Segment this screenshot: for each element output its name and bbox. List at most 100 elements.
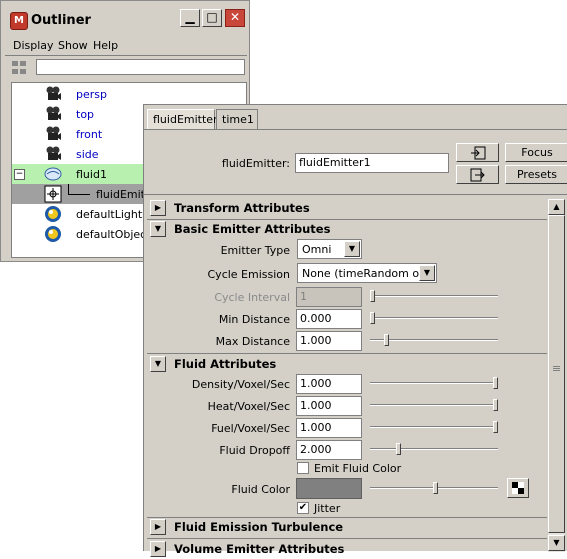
tab-fluid-emitter1[interactable]: fluidEmitter1: [147, 109, 225, 129]
jitter-checkbox[interactable]: ✔: [297, 502, 309, 514]
map-texture-button[interactable]: [507, 478, 529, 498]
section-volume-emitter-attributes[interactable]: ▶ Volume Emitter Attributes: [147, 539, 547, 559]
section-fluid-attributes[interactable]: ▼ Fluid Attributes: [147, 354, 547, 374]
expand-arrow-icon[interactable]: ▶: [150, 200, 166, 216]
expand-arrow-icon[interactable]: ▶: [150, 541, 166, 557]
slider-thumb[interactable]: [396, 443, 401, 455]
cycle-interval-field: 1: [296, 287, 362, 307]
select-node-button[interactable]: [456, 143, 499, 162]
node-type-label: fluidEmitter:: [221, 157, 290, 170]
slider-thumb[interactable]: [370, 312, 375, 324]
set-icon: [45, 226, 61, 242]
cycle-emission-dropdown[interactable]: None (timeRandom off) ▼: [297, 263, 437, 283]
jitter-label: Jitter: [314, 502, 341, 515]
camera-icon: [46, 146, 61, 160]
min-distance-label: Min Distance: [218, 313, 290, 326]
cycle-interval-label: Cycle Interval: [214, 291, 290, 304]
emitter-type-label: Emitter Type: [220, 244, 290, 257]
camera-icon: [46, 106, 61, 120]
cycle-emission-label: Cycle Emission: [207, 268, 291, 281]
tree-connector: [68, 184, 69, 194]
slider-thumb[interactable]: [493, 377, 498, 389]
density-slider[interactable]: [370, 382, 498, 384]
menu-help[interactable]: Help: [93, 39, 118, 52]
max-distance-label: Max Distance: [215, 335, 290, 348]
fuel-field[interactable]: 1.000: [296, 418, 362, 438]
tab-divider: [144, 129, 567, 130]
menu-show[interactable]: Show: [58, 39, 88, 52]
heat-label: Heat/Voxel/Sec: [207, 400, 290, 413]
attribute-editor: fluidEmitter1 time1 fluidEmitter: fluidE…: [143, 104, 567, 557]
camera-icon: [46, 86, 61, 100]
scroll-up-arrow-icon[interactable]: ▲: [548, 199, 565, 215]
section-basic-emitter-attributes[interactable]: ▼ Basic Emitter Attributes: [147, 219, 547, 239]
emit-fluid-color-checkbox[interactable]: [297, 462, 309, 474]
attribute-scrollbar[interactable]: ▲ ▼: [548, 199, 565, 552]
select-input-icon: [470, 146, 485, 160]
collapse-arrow-icon[interactable]: ▼: [150, 221, 166, 237]
slider-thumb[interactable]: [493, 421, 498, 433]
dropdown-arrow-icon[interactable]: ▼: [419, 265, 435, 281]
collapse-arrow-icon[interactable]: ▼: [150, 356, 166, 372]
slider-thumb: [370, 290, 375, 302]
set-icon: [45, 206, 61, 222]
section-title: Fluid Attributes: [174, 357, 277, 371]
max-distance-field[interactable]: 1.000: [296, 331, 362, 351]
close-button[interactable]: ✕: [225, 9, 245, 27]
max-distance-slider[interactable]: [370, 339, 498, 341]
menu-display[interactable]: Display: [13, 39, 54, 52]
outliner-item-label: persp: [76, 88, 107, 101]
section-fluid-emission-turbulence[interactable]: ▶ Fluid Emission Turbulence: [147, 517, 547, 537]
checker-icon: [512, 482, 524, 494]
select-output-button[interactable]: [456, 165, 499, 184]
density-field[interactable]: 1.000: [296, 374, 362, 394]
emitter-type-dropdown[interactable]: Omni ▼: [297, 239, 362, 259]
outliner-title: Outliner: [31, 13, 91, 28]
section-transform-attributes[interactable]: ▶ Transform Attributes: [147, 198, 547, 218]
emitter-type-value: Omni: [302, 243, 332, 256]
emit-fluid-color-label: Emit Fluid Color: [314, 462, 402, 475]
min-distance-slider[interactable]: [370, 317, 498, 319]
section-title: Volume Emitter Attributes: [174, 542, 345, 556]
slider-thumb[interactable]: [384, 334, 389, 346]
density-label: Density/Voxel/Sec: [191, 378, 290, 391]
fluid-dropoff-label: Fluid Dropoff: [219, 444, 290, 457]
section-title: Basic Emitter Attributes: [174, 222, 331, 236]
collapse-toggle[interactable]: −: [14, 169, 25, 180]
fluid-color-swatch[interactable]: [296, 478, 362, 499]
slider-thumb[interactable]: [433, 482, 438, 494]
scroll-down-arrow-icon[interactable]: ▼: [548, 535, 565, 551]
maya-app-icon: M: [10, 12, 28, 30]
outliner-item-label: side: [76, 148, 99, 161]
outliner-menubar: Display Show Help: [5, 38, 247, 54]
min-distance-field[interactable]: 0.000: [296, 309, 362, 329]
fluid-container-icon: [44, 167, 62, 181]
outliner-filter-input[interactable]: [36, 59, 245, 75]
heat-field[interactable]: 1.000: [296, 396, 362, 416]
header-divider: [144, 194, 567, 195]
outliner-item-persp[interactable]: persp: [12, 84, 246, 104]
tab-time1[interactable]: time1: [216, 109, 258, 129]
presets-button[interactable]: Presets: [505, 165, 567, 184]
camera-icon: [46, 126, 61, 140]
dropdown-arrow-icon[interactable]: ▼: [344, 241, 360, 257]
minimize-button[interactable]: ▁: [180, 9, 200, 27]
expand-arrow-icon[interactable]: ▶: [150, 519, 166, 535]
section-title: Fluid Emission Turbulence: [174, 520, 344, 534]
scrollbar-thumb[interactable]: [548, 215, 565, 533]
maximize-button[interactable]: □: [202, 9, 222, 27]
section-title: Transform Attributes: [174, 201, 310, 215]
fluid-dropoff-field[interactable]: 2.000: [296, 440, 362, 460]
heat-slider[interactable]: [370, 404, 498, 406]
cycle-emission-value: None (timeRandom off): [302, 267, 431, 280]
filter-toggle-icon[interactable]: [11, 59, 31, 77]
focus-button[interactable]: Focus: [505, 143, 567, 162]
outliner-item-label: top: [76, 108, 95, 121]
outliner-titlebar[interactable]: M Outliner ▁ □ ✕: [4, 4, 246, 32]
node-name-field[interactable]: fluidEmitter1: [295, 153, 449, 173]
outliner-filterbar: [5, 56, 247, 80]
scrollbar-grip: [553, 366, 560, 367]
fuel-slider[interactable]: [370, 426, 498, 428]
slider-thumb[interactable]: [493, 399, 498, 411]
fluid-dropoff-slider[interactable]: [370, 448, 498, 450]
